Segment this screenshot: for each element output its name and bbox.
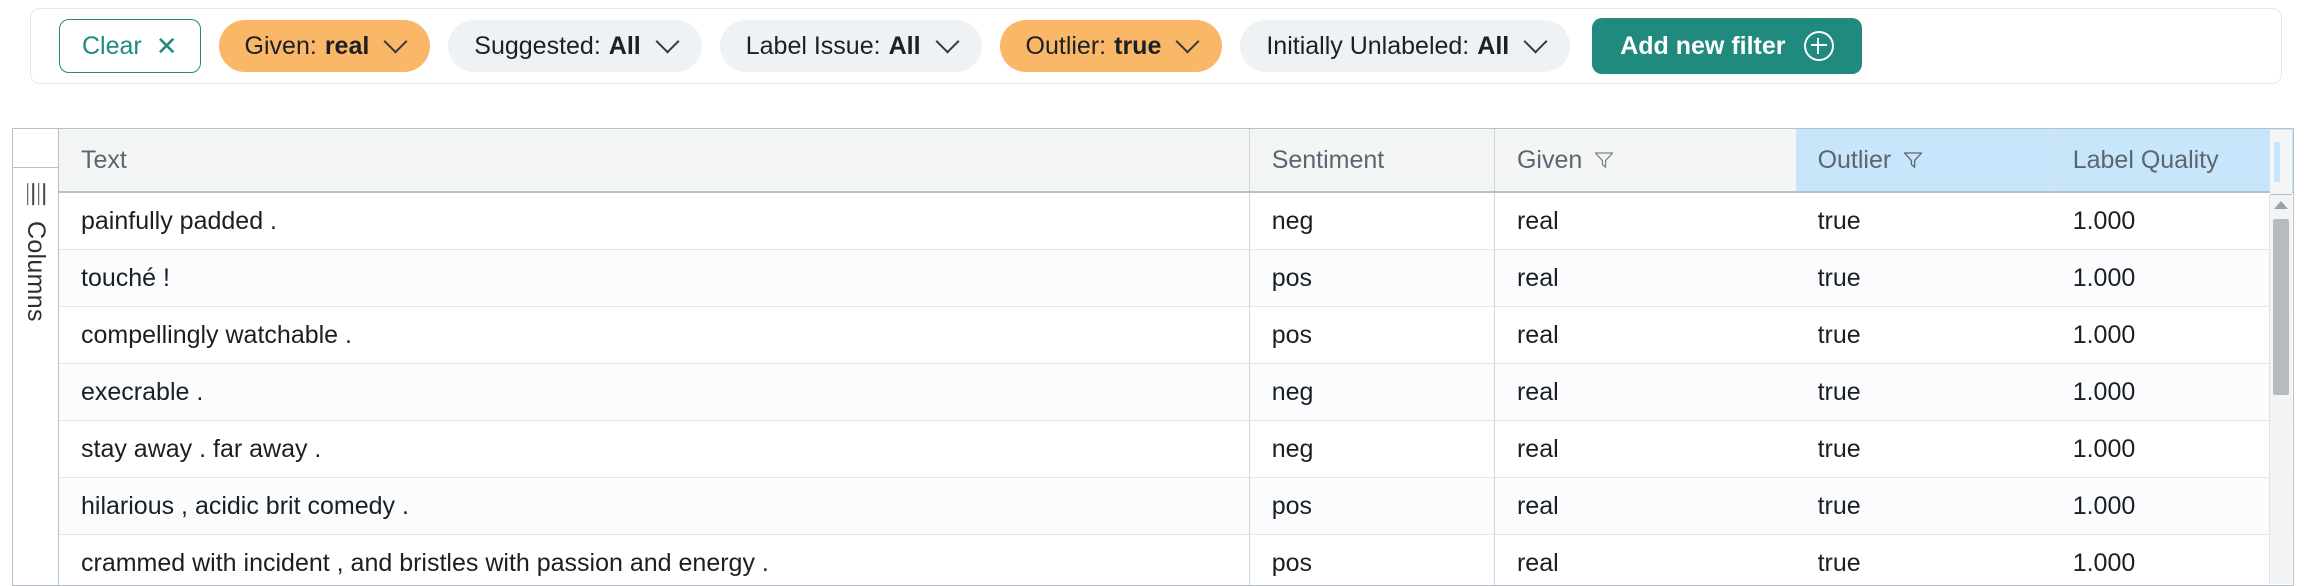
table-row[interactable]: hilarious , acidic brit comedy . pos rea… <box>59 478 2293 535</box>
cell-sentiment: pos <box>1248 535 1494 585</box>
cell-label-quality: 1.000 <box>2072 320 2136 349</box>
column-header-sentiment-label: Sentiment <box>1271 145 1385 174</box>
cell-sentiment: pos <box>1248 250 1494 306</box>
column-header-label-quality-label: Label Quality <box>2072 145 2219 174</box>
columns-panel-toggle[interactable]: Columns <box>12 128 58 586</box>
filter-funnel-icon <box>1595 152 1614 168</box>
column-header-label-quality[interactable]: Label Quality <box>2050 129 2293 191</box>
filter-chip-label-issue-label: Label Issue: <box>745 31 881 60</box>
vertical-scrollbar-thumb[interactable] <box>2273 219 2289 395</box>
table-row[interactable]: crammed with incident , and bristles wit… <box>59 535 2293 585</box>
cell-sentiment: neg <box>1248 421 1494 477</box>
filter-chip-initially-unlabeled-label: Initially Unlabeled: <box>1266 31 1470 60</box>
cell-given: real <box>1493 307 1796 363</box>
column-header-text[interactable]: Text <box>59 129 1249 191</box>
cell-text: execrable . <box>81 377 204 406</box>
column-header-given[interactable]: Given <box>1493 129 1796 191</box>
filter-chip-outlier-value: true <box>1114 31 1162 60</box>
add-new-filter-label: Add new filter <box>1620 31 1786 60</box>
header-scroll-gutter <box>2270 130 2292 196</box>
cell-label-quality: 1.000 <box>2072 263 2136 292</box>
column-header-given-label: Given <box>1516 145 1583 174</box>
chevron-down-icon <box>655 28 680 54</box>
cell-text: touché ! <box>81 263 170 292</box>
scroll-up-arrow-icon[interactable] <box>2274 201 2288 209</box>
chevron-down-icon <box>1523 28 1548 54</box>
cell-label-quality: 1.000 <box>2072 377 2136 406</box>
table-row[interactable]: painfully padded . neg real true 1.000 <box>59 193 2293 250</box>
table-row[interactable]: execrable . neg real true 1.000 <box>59 364 2293 421</box>
filter-bar: Clear ✕ Given: real Suggested: All Label… <box>30 8 2282 84</box>
filter-chip-given[interactable]: Given: real <box>218 20 431 72</box>
filter-chip-outlier[interactable]: Outlier: true <box>999 20 1223 72</box>
cell-label-quality: 1.000 <box>2072 491 2136 520</box>
chevron-down-icon <box>383 28 408 54</box>
table-header-row: Text Sentiment Given Outlier Label Quali… <box>59 129 2293 193</box>
cell-given: real <box>1493 193 1796 249</box>
cell-label-quality: 1.000 <box>2072 206 2136 235</box>
table-row[interactable]: compellingly watchable . pos real true 1… <box>59 307 2293 364</box>
cell-label-quality: 1.000 <box>2072 434 2136 463</box>
cell-text: stay away . far away . <box>81 434 322 463</box>
clear-filters-label: Clear <box>82 31 142 60</box>
filter-chip-suggested-value: All <box>608 31 641 60</box>
filter-chip-label-issue[interactable]: Label Issue: All <box>719 20 982 72</box>
filter-chip-initially-unlabeled-value: All <box>1477 31 1510 60</box>
filter-funnel-icon <box>1904 152 1923 168</box>
table-row[interactable]: stay away . far away . neg real true 1.0… <box>59 421 2293 478</box>
cell-sentiment: neg <box>1248 364 1494 420</box>
columns-rail-label: Columns <box>22 221 50 323</box>
column-header-outlier[interactable]: Outlier <box>1795 129 2051 191</box>
cell-outlier: true <box>1817 434 1861 463</box>
filter-chip-label-issue-value: All <box>888 31 921 60</box>
cell-outlier: true <box>1817 320 1861 349</box>
data-grid: Columns Text Sentiment Given Outlier Lab… <box>12 128 2294 586</box>
cell-text: crammed with incident , and bristles wit… <box>81 548 769 577</box>
chevron-down-icon <box>935 28 960 54</box>
cell-sentiment: pos <box>1248 307 1494 363</box>
close-icon: ✕ <box>155 31 178 61</box>
table-region: Text Sentiment Given Outlier Label Quali… <box>58 128 2294 586</box>
add-new-filter-button[interactable]: Add new filter <box>1592 18 1862 74</box>
chevron-down-icon <box>1175 28 1200 54</box>
column-header-text-label: Text <box>81 145 127 174</box>
cell-text: painfully padded . <box>81 206 277 235</box>
cell-given: real <box>1493 478 1796 534</box>
filter-chip-suggested-label: Suggested: <box>474 31 601 60</box>
filter-chip-suggested[interactable]: Suggested: All <box>448 20 702 72</box>
cell-sentiment: neg <box>1248 193 1494 249</box>
cell-outlier: true <box>1817 548 1861 577</box>
filter-chip-outlier-label: Outlier: <box>1025 31 1107 60</box>
cell-label-quality: 1.000 <box>2072 548 2136 577</box>
cell-outlier: true <box>1817 206 1861 235</box>
cell-given: real <box>1493 250 1796 306</box>
columns-rail-body: Columns <box>13 167 58 585</box>
column-header-sentiment[interactable]: Sentiment <box>1248 129 1494 191</box>
table-row[interactable]: touché ! pos real true 1.000 <box>59 250 2293 307</box>
cell-given: real <box>1493 421 1796 477</box>
filter-chip-initially-unlabeled[interactable]: Initially Unlabeled: All <box>1240 20 1571 72</box>
header-highlight-sliver <box>2274 142 2280 182</box>
column-header-outlier-label: Outlier <box>1817 145 1892 174</box>
clear-filters-button[interactable]: Clear ✕ <box>59 19 201 73</box>
hamburger-menu-icon <box>22 183 48 206</box>
cell-outlier: true <box>1817 491 1861 520</box>
cell-given: real <box>1493 364 1796 420</box>
plus-circle-icon <box>1803 31 1834 61</box>
vertical-scrollbar[interactable] <box>2269 195 2292 584</box>
filter-chip-given-value: real <box>324 31 370 60</box>
filter-chip-given-label: Given: <box>244 31 317 60</box>
columns-rail-top-cell <box>13 129 58 168</box>
cell-given: real <box>1493 535 1796 585</box>
cell-text: hilarious , acidic brit comedy . <box>81 491 409 520</box>
cell-text: compellingly watchable . <box>81 320 352 349</box>
cell-outlier: true <box>1817 377 1861 406</box>
cell-sentiment: pos <box>1248 478 1494 534</box>
cell-outlier: true <box>1817 263 1861 292</box>
